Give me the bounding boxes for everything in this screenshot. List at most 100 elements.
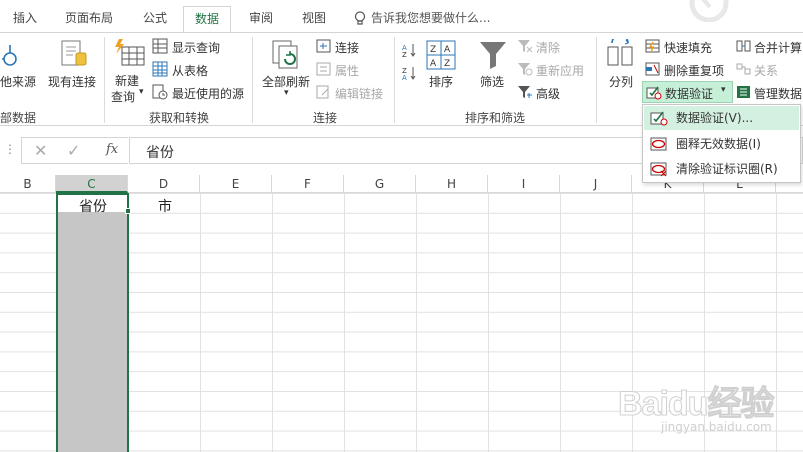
data-validation-button[interactable]: 数据验证 ▾ — [642, 81, 733, 103]
selection-border — [56, 193, 129, 452]
cancel-icon[interactable]: ✕ — [34, 141, 47, 160]
menu-item-clear-circles-label: 清除验证标识圈(R) — [676, 162, 778, 176]
manage-data-model-button[interactable]: 管理数据 — [754, 85, 802, 102]
edit-links-icon — [316, 85, 329, 99]
ribbon-tab-bar: 插入 页面布局 公式 数据 审阅 视图 告诉我您想要做什么... — [0, 0, 803, 34]
watermark-url: jingyan.baidu.com — [661, 420, 772, 434]
fill-handle[interactable] — [125, 208, 131, 214]
consolidate-icon — [736, 40, 751, 52]
relationships-button[interactable]: 关系 — [754, 62, 778, 79]
watermark-logo-icon — [689, 0, 729, 22]
flash-fill-icon — [645, 39, 660, 53]
connections-button[interactable]: 连接 — [335, 39, 359, 56]
sort-za-icon[interactable]: ZA — [401, 65, 417, 81]
clear-circles-icon — [650, 162, 667, 177]
show-queries-button[interactable]: 显示查询 — [172, 39, 220, 56]
cell-d1[interactable]: 市 — [158, 196, 172, 216]
menu-item-circle-invalid-label: 圈释无效数据(I) — [676, 137, 761, 151]
data-validation-menu: 数据验证(V)... 圈释无效数据(I) 清除验证标识圈(R) — [642, 104, 801, 183]
new-query-chevron-icon[interactable]: ▾ — [139, 87, 144, 97]
tab-formulas[interactable]: 公式 — [143, 0, 167, 33]
svg-text:Z: Z — [444, 59, 450, 69]
properties-button[interactable]: 属性 — [335, 62, 359, 79]
lightbulb-icon — [354, 11, 366, 25]
advanced-button[interactable]: 高级 — [536, 85, 560, 102]
column-header-f[interactable]: F — [272, 175, 344, 193]
circle-invalid-icon — [650, 137, 667, 151]
svg-text:Z: Z — [430, 45, 436, 55]
formula-bar-grip[interactable]: ⋮ — [4, 142, 16, 156]
sort-icon: Z AA Z — [426, 40, 456, 70]
properties-icon — [316, 62, 331, 76]
tell-me-search[interactable]: 告诉我您想要做什么... — [371, 0, 490, 33]
tab-data[interactable]: 数据 — [183, 6, 232, 34]
new-query-icon — [115, 39, 145, 66]
enter-check-icon[interactable]: ✓ — [67, 141, 80, 160]
sort-button[interactable]: 排序 — [429, 73, 453, 90]
connections-icon — [316, 39, 331, 53]
formula-content: 省份 — [146, 145, 174, 161]
reapply-button[interactable]: 重新应用 — [536, 62, 584, 79]
show-queries-icon — [152, 38, 168, 54]
svg-text:A: A — [444, 45, 451, 55]
data-validation-label: 数据验证 — [665, 87, 714, 101]
from-table-icon — [152, 61, 168, 77]
menu-item-data-validation[interactable]: 数据验证(V)... — [644, 106, 799, 130]
recent-sources-icon — [152, 84, 168, 100]
existing-connections-icon — [61, 40, 87, 66]
svg-text:Z: Z — [402, 51, 407, 58]
menu-item-circle-invalid[interactable]: 圈释无效数据(I) — [644, 132, 799, 156]
watermark-brand: Baidu经验 — [617, 385, 774, 424]
clear-filter-icon — [518, 40, 533, 53]
clear-button[interactable]: 清除 — [536, 39, 560, 56]
relationships-icon — [736, 63, 751, 75]
column-header-d[interactable]: D — [128, 175, 200, 193]
filter-button[interactable]: 筛选 — [480, 73, 504, 90]
other-sources-icon — [2, 45, 17, 66]
menu-item-clear-circles[interactable]: 清除验证标识圈(R) — [644, 157, 799, 181]
advanced-filter-icon — [518, 86, 532, 98]
from-table-button[interactable]: 从表格 — [172, 62, 208, 79]
cell-c1[interactable]: 省份 — [79, 196, 107, 216]
existing-connections-button[interactable]: 现有连接 — [48, 73, 96, 90]
group-label-sort-filter: 排序和筛选 — [465, 111, 526, 125]
tab-insert[interactable]: 插入 — [13, 0, 37, 33]
new-query-label2[interactable]: 查询 — [111, 88, 135, 105]
sort-az-icon[interactable]: AZ — [401, 42, 417, 58]
recent-sources-button[interactable]: 最近使用的源 — [172, 85, 244, 102]
tab-review[interactable]: 审阅 — [249, 0, 273, 33]
svg-text:A: A — [430, 59, 437, 69]
filter-icon — [480, 42, 506, 69]
svg-text:A: A — [402, 74, 407, 81]
column-header-j[interactable]: J — [560, 175, 632, 193]
other-sources-button[interactable]: 他来源 — [0, 73, 36, 90]
group-label-get-external: 部数据 — [0, 111, 37, 125]
data-validation-icon — [650, 111, 668, 126]
group-label-connections: 连接 — [313, 111, 338, 125]
refresh-all-chevron-icon[interactable]: ▾ — [284, 88, 289, 98]
text-to-columns-icon — [607, 39, 633, 66]
column-header-e[interactable]: E — [200, 175, 272, 193]
flash-fill-button[interactable]: 快速填充 — [664, 39, 712, 56]
column-header-h[interactable]: H — [416, 175, 488, 193]
new-query-label1[interactable]: 新建 — [115, 72, 139, 89]
tab-view[interactable]: 视图 — [302, 0, 326, 33]
edit-links-button[interactable]: 编辑链接 — [335, 85, 383, 102]
reapply-icon — [518, 63, 533, 76]
insert-function-icon[interactable]: fx — [106, 142, 118, 157]
consolidate-button[interactable]: 合并计算 — [754, 39, 802, 56]
remove-duplicates-icon — [645, 62, 660, 76]
refresh-all-icon — [272, 40, 298, 69]
data-validation-icon — [646, 86, 662, 100]
data-validation-chevron-icon[interactable]: ▾ — [721, 85, 726, 95]
manage-data-model-icon — [737, 86, 750, 98]
text-to-columns-button[interactable]: 分列 — [609, 73, 633, 90]
column-header-b[interactable]: B — [0, 175, 56, 193]
column-header-i[interactable]: I — [488, 175, 560, 193]
column-header-c[interactable]: C — [56, 175, 128, 193]
tab-page-layout[interactable]: 页面布局 — [65, 0, 113, 33]
column-header-g[interactable]: G — [344, 175, 416, 193]
group-label-get-transform: 获取和转换 — [149, 111, 210, 125]
remove-duplicates-button[interactable]: 删除重复项 — [664, 62, 724, 79]
menu-item-data-validation-label: 数据验证(V)... — [676, 111, 754, 125]
